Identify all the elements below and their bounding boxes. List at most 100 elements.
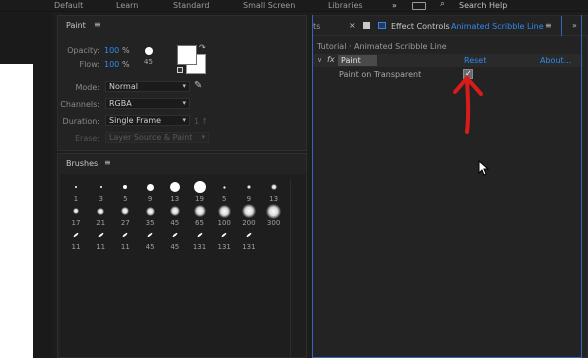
duration-dropdown[interactable]: Single Frame ▾ [105, 115, 190, 126]
brush-dot-icon [145, 206, 155, 216]
display-icon[interactable] [412, 2, 426, 10]
panel-menu-icon[interactable]: ≡ [104, 158, 111, 167]
lock-tab-icon[interactable] [363, 22, 370, 29]
brush-tip[interactable]: 27 [113, 205, 137, 229]
mode-value: Normal [109, 82, 138, 91]
opacity-value[interactable]: 100 [104, 46, 119, 55]
brush-tip[interactable]: 1 [64, 181, 88, 205]
more-workspaces-icon[interactable]: » [392, 0, 397, 11]
brush-size-label: 3 [98, 195, 103, 203]
brush-tip[interactable]: 3 [89, 181, 113, 205]
channels-dropdown[interactable]: RGBA ▾ [105, 98, 190, 109]
chevron-down-icon: ▾ [182, 116, 186, 124]
panel-menu-icon[interactable]: ≡ [94, 20, 101, 29]
brush-tip[interactable]: 11 [64, 229, 88, 253]
brush-size-label: 45 [170, 243, 180, 251]
channels-value: RGBA [109, 99, 132, 108]
brush-tip[interactable]: 19 [188, 181, 212, 205]
brush-size-label: 9 [246, 195, 252, 203]
composition-canvas[interactable] [0, 64, 33, 358]
paint-on-transparent-label: Paint on Transparent [339, 70, 422, 79]
brush-tip[interactable]: 11 [113, 229, 137, 253]
erase-dropdown: Layer Source & Paint ▾ [105, 132, 209, 143]
reset-button[interactable]: Reset [464, 56, 486, 65]
brush-tip[interactable]: 45 [163, 205, 187, 229]
fx-toggle-icon[interactable]: fx [327, 55, 335, 64]
effect-name: Paint [341, 56, 361, 65]
chevron-down-icon: ▾ [201, 133, 205, 141]
brush-tip[interactable]: 131 [188, 229, 212, 253]
workspace-default[interactable]: Default [54, 0, 83, 11]
brush-tip[interactable]: 21 [89, 205, 113, 229]
brushes-panel: Brushes ≡ 1 3 5 9 13 19 5 9 13 17 21 27 35 45 65 100 200… [57, 153, 307, 358]
brush-size-label: 5 [123, 195, 128, 203]
paint-panel: Paint ≡ Opacity: 100 % Flow: 100 % 45 ↷ … [57, 15, 307, 151]
brush-dot-icon [270, 184, 277, 190]
brush-size-label: 1 [73, 195, 79, 203]
brush-dot-icon [97, 207, 105, 215]
panel-menu-icon[interactable]: ≡ [545, 21, 552, 30]
workspace-learn[interactable]: Learn [116, 0, 138, 11]
duration-frames: 1 [194, 117, 200, 126]
brush-size-label: 9 [147, 195, 153, 203]
duration-value: Single Frame [109, 116, 162, 125]
brush-tip[interactable]: 100 [212, 204, 236, 229]
brush-size-label: 21 [96, 219, 106, 227]
default-colors-icon[interactable] [177, 67, 183, 73]
brush-tip[interactable]: 131 [212, 229, 236, 253]
brush-tip[interactable]: 65 [188, 205, 212, 229]
brush-tip[interactable]: 200 [237, 204, 261, 229]
erase-label: Erase: [74, 134, 100, 143]
foreground-color-swatch[interactable] [177, 45, 197, 65]
eyedropper-icon[interactable]: ✎ [194, 80, 202, 91]
about-button[interactable]: About... [540, 56, 571, 65]
effect-controls-tab[interactable]: Effect Controls [391, 22, 450, 31]
brush-tip[interactable]: 11 [89, 229, 113, 253]
search-help[interactable]: Search Help [459, 0, 507, 11]
brush-tip[interactable]: 13 [262, 181, 286, 205]
breadcrumb: Tutorial · Animated Scribble Line [317, 42, 447, 51]
brush-tip[interactable]: 5 [212, 181, 236, 205]
brush-size-label: 5 [221, 195, 227, 203]
brush-tip[interactable]: 131 [237, 229, 261, 253]
chevron-down-icon: ▾ [182, 82, 186, 90]
brush-size-label: 200 [242, 219, 256, 227]
more-tabs-icon[interactable]: » [572, 21, 577, 30]
brush-dot-icon [241, 204, 256, 218]
brush-tip[interactable]: 35 [138, 205, 162, 229]
brush-size-label: 131 [192, 243, 207, 251]
opacity-percent: % [122, 46, 130, 55]
brush-size-label: 17 [71, 219, 81, 227]
workspace-libraries[interactable]: Libraries [328, 0, 363, 11]
brush-dot-icon [121, 207, 130, 215]
effect-tab-icon [378, 22, 386, 29]
brush-tip[interactable]: 13 [163, 181, 187, 205]
brush-tip[interactable]: 45 [163, 229, 187, 253]
brush-dot-icon [193, 181, 206, 193]
brush-tip[interactable]: 9 [138, 181, 162, 205]
brush-tip[interactable]: 5 [113, 181, 137, 205]
brush-dot-icon [193, 205, 206, 217]
brush-dot-icon [169, 182, 180, 192]
brush-tip[interactable]: 17 [64, 205, 88, 229]
workspace-standard[interactable]: Standard [173, 0, 209, 11]
brush-tip[interactable]: 9 [237, 181, 261, 205]
brush-tip-icon[interactable] [145, 47, 153, 55]
flow-value[interactable]: 100 [104, 60, 119, 69]
swap-colors-icon[interactable]: ↷ [199, 43, 206, 52]
flow-percent: % [122, 60, 130, 69]
workspace-small-screen[interactable]: Small Screen [243, 0, 295, 11]
angled-brush-icon [122, 232, 129, 238]
search-icon[interactable]: ⌕ [440, 0, 445, 9]
red-arrow-annotation [453, 76, 483, 134]
close-tab-icon[interactable]: × [349, 21, 356, 30]
brush-size-label: 13 [269, 195, 279, 203]
brush-tip[interactable]: 300 [262, 203, 286, 229]
mode-dropdown[interactable]: Normal ▾ [105, 81, 190, 92]
brush-tip[interactable]: 45 [138, 229, 162, 253]
previous-tab-fragment[interactable]: ts [313, 22, 320, 31]
collapse-chevron-icon[interactable]: ∨ [317, 56, 322, 64]
brush-size-label: 27 [120, 219, 130, 227]
tab-divider [561, 16, 562, 36]
effect-layer-name[interactable]: Animated Scribble Line [451, 22, 544, 31]
